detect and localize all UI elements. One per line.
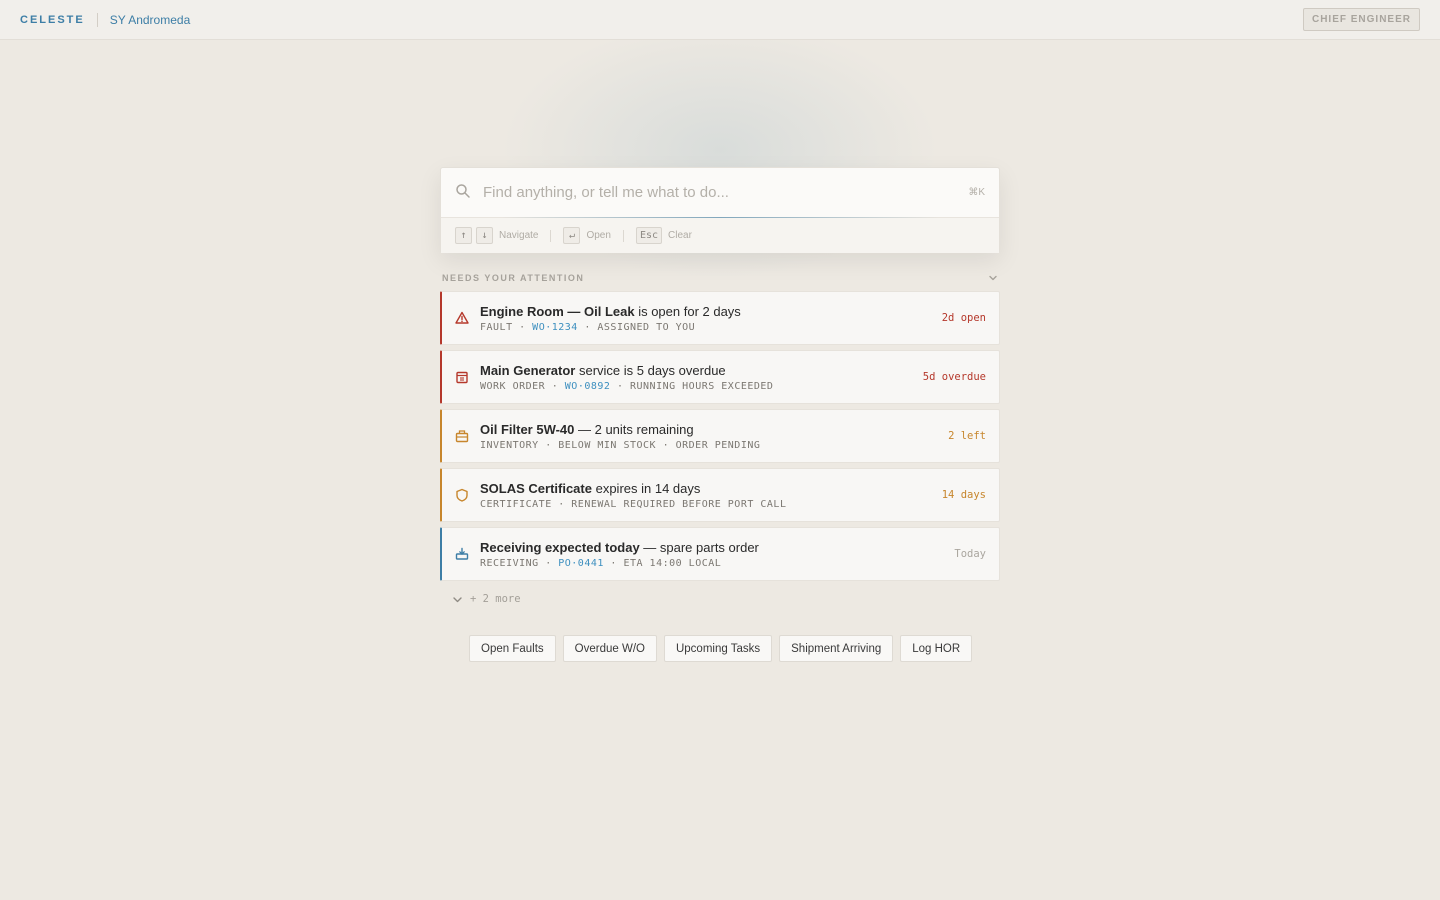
- item-meta-suffix: · ETA 14:00 LOCAL: [603, 558, 722, 569]
- item-status: Today: [954, 548, 986, 560]
- item-meta-prefix: FAULT ·: [480, 322, 533, 333]
- quick-action-open-faults[interactable]: Open Faults: [469, 635, 556, 662]
- item-title-rest: expires in 14 days: [591, 481, 701, 496]
- open-hint: Open: [586, 230, 611, 241]
- arrow-down-key: ↓: [476, 227, 493, 244]
- clear-hint: Clear: [668, 230, 692, 241]
- quick-action-overdue-wo[interactable]: Overdue W/O: [562, 635, 657, 662]
- item-status: 5d overdue: [922, 371, 986, 383]
- show-more-label: + 2 more: [470, 593, 521, 605]
- top-bar: CELESTE SY Andromeda CHIEF ENGINEER: [0, 0, 1440, 40]
- item-status: 2d open: [941, 312, 986, 324]
- item-title-bold: SOLAS Certificate: [480, 481, 592, 496]
- item-meta-prefix: CERTIFICATE · RENEWAL REQUIRED BEFORE PO…: [480, 499, 787, 510]
- esc-key: Esc: [635, 227, 662, 244]
- warning-triangle-icon: [455, 311, 469, 324]
- attention-header: NEEDS YOUR ATTENTION: [442, 272, 998, 284]
- navigate-hint: Navigate: [499, 230, 539, 241]
- attention-item[interactable]: Oil Filter 5W-40 — 2 units remaining INV…: [440, 409, 1000, 463]
- item-ref-link[interactable]: PO·0441: [558, 558, 604, 569]
- item-title-bold: Oil Filter 5W-40: [480, 422, 575, 437]
- calendar-icon: [456, 371, 468, 384]
- enter-key: ↵: [563, 227, 581, 244]
- search-bar: ⌘K: [441, 168, 999, 218]
- shortcut-hint: ⌘K: [968, 187, 985, 198]
- item-meta: INVENTORY · BELOW MIN STOCK · ORDER PEND…: [480, 440, 948, 451]
- quick-action-shipment-arriving[interactable]: Shipment Arriving: [779, 635, 894, 662]
- hint-divider: [550, 229, 552, 242]
- inbox-icon: [455, 547, 469, 560]
- item-title-rest: is open for 2 days: [634, 304, 741, 319]
- chevron-down-icon: [453, 596, 462, 602]
- item-title-bold: Main Generator: [480, 363, 576, 378]
- item-status: 2 left: [948, 430, 986, 442]
- shield-icon: [456, 488, 468, 502]
- role-button[interactable]: CHIEF ENGINEER: [1302, 8, 1420, 31]
- item-meta-prefix: WORK ORDER ·: [480, 381, 565, 392]
- attention-item[interactable]: SOLAS Certificate expires in 14 days CER…: [440, 468, 1000, 522]
- item-status: 14 days: [941, 489, 986, 501]
- item-meta: WORK ORDER · WO·0892 · RUNNING HOURS EXC…: [480, 381, 923, 392]
- attention-item[interactable]: Receiving expected today — spare parts o…: [440, 527, 1000, 581]
- item-title-bold: Receiving expected today: [480, 540, 640, 555]
- box-icon: [455, 430, 469, 443]
- show-more-button[interactable]: + 2 more: [452, 593, 521, 605]
- item-title: Main Generator service is 5 days overdue: [480, 362, 923, 380]
- item-title: SOLAS Certificate expires in 14 days: [480, 480, 942, 498]
- item-meta-prefix: INVENTORY · BELOW MIN STOCK · ORDER PEND…: [480, 440, 761, 451]
- item-meta: FAULT · WO·1234 · ASSIGNED TO YOU: [480, 322, 942, 333]
- vessel-name[interactable]: SY Andromeda: [110, 13, 191, 27]
- attention-item[interactable]: Engine Room — Oil Leak is open for 2 day…: [440, 291, 1000, 345]
- item-ref-link[interactable]: WO·0892: [565, 381, 611, 392]
- attention-title: NEEDS YOUR ATTENTION: [442, 273, 585, 283]
- search-panel: ⌘K ↑ ↓ Navigate ↵ Open Esc Clear: [440, 167, 1000, 253]
- quick-action-log-hor[interactable]: Log HOR: [900, 635, 973, 662]
- quick-actions: Open Faults Overdue W/O Upcoming Tasks S…: [469, 635, 973, 662]
- item-title-rest: — spare parts order: [639, 540, 759, 555]
- item-ref-link[interactable]: WO·1234: [532, 322, 578, 333]
- quick-action-upcoming-tasks[interactable]: Upcoming Tasks: [663, 635, 773, 662]
- item-meta-suffix: · ASSIGNED TO YOU: [577, 322, 696, 333]
- item-meta-prefix: RECEIVING ·: [480, 558, 559, 569]
- item-meta: RECEIVING · PO·0441 · ETA 14:00 LOCAL: [480, 558, 954, 569]
- attention-list: Engine Room — Oil Leak is open for 2 day…: [440, 291, 1000, 586]
- item-title-bold: Engine Room — Oil Leak: [480, 304, 635, 319]
- item-title: Oil Filter 5W-40 — 2 units remaining: [480, 421, 948, 439]
- hint-divider: [622, 229, 624, 242]
- arrow-up-key: ↑: [455, 227, 472, 244]
- item-title: Engine Room — Oil Leak is open for 2 day…: [480, 303, 942, 321]
- brand-logo[interactable]: CELESTE: [20, 14, 85, 26]
- chevron-down-icon[interactable]: [988, 273, 998, 283]
- item-title-rest: — 2 units remaining: [574, 422, 694, 437]
- item-meta: CERTIFICATE · RENEWAL REQUIRED BEFORE PO…: [480, 499, 942, 510]
- search-input[interactable]: [483, 184, 969, 201]
- keyboard-hints: ↑ ↓ Navigate ↵ Open Esc Clear: [441, 218, 999, 253]
- topbar-divider: [96, 12, 98, 27]
- item-title-rest: service is 5 days overdue: [575, 363, 726, 378]
- item-title: Receiving expected today — spare parts o…: [480, 539, 954, 557]
- search-icon: [456, 183, 470, 198]
- attention-item[interactable]: Main Generator service is 5 days overdue…: [440, 350, 1000, 404]
- item-meta-suffix: · RUNNING HOURS EXCEEDED: [610, 381, 774, 392]
